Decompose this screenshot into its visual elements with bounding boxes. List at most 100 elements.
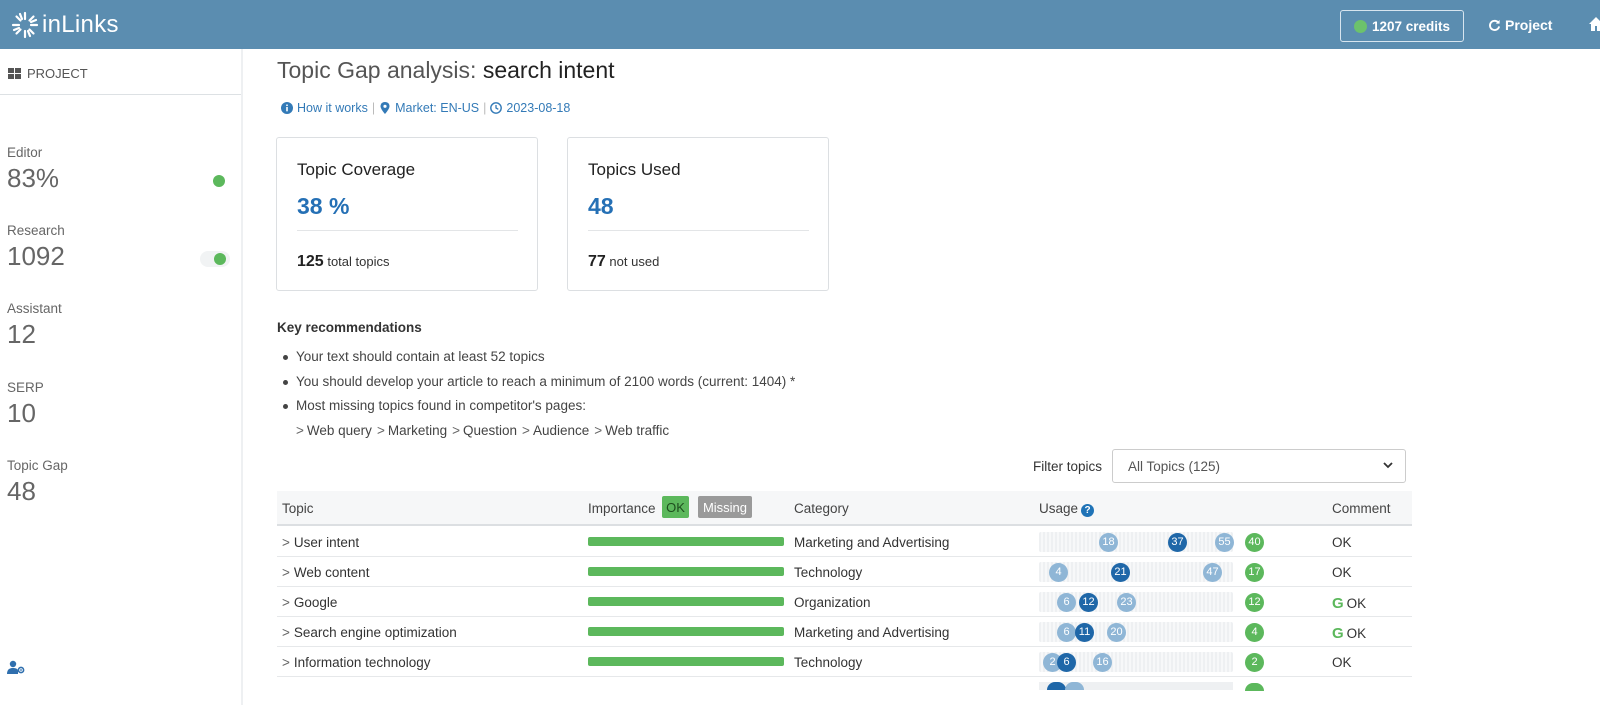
- page-title-keyword: search intent: [482, 57, 615, 83]
- sidebar-section-label: PROJECT: [27, 66, 88, 81]
- table-row[interactable]: > User intent Marketing and Advertising 1…: [277, 527, 1412, 557]
- card-value: 38 %: [297, 193, 350, 219]
- usage-max-bubble-partial: [1065, 682, 1084, 690]
- chevron-right-icon: >: [594, 423, 603, 438]
- usage-avg-bubble: 37: [1168, 533, 1187, 552]
- usage-min-bubble: 6: [1057, 593, 1076, 612]
- importance-bar: [588, 567, 784, 576]
- comment-text: OK: [1332, 655, 1352, 670]
- table-row[interactable]: > Google Organization 6 12 23 12 G OK: [277, 587, 1412, 617]
- user-settings-icon[interactable]: [7, 660, 25, 674]
- card-title: Topic Coverage: [297, 160, 416, 179]
- usage-min-bubble: 18: [1099, 533, 1118, 552]
- sidebar: PROJECT Editor 83% Research 1092 Assista…: [0, 49, 243, 705]
- card-footer-text: not used: [609, 254, 660, 269]
- column-header-usage[interactable]: Usage?: [1039, 501, 1095, 517]
- logo[interactable]: inLinks: [10, 10, 119, 40]
- missing-topic[interactable]: Audience: [533, 423, 589, 438]
- project-link-label: Project: [1505, 17, 1553, 33]
- market-label: Market: EN-US: [395, 101, 480, 115]
- column-header-comment[interactable]: Comment: [1332, 501, 1391, 516]
- usage-min-bubble: 6: [1057, 623, 1076, 642]
- usage-max-bubble: 47: [1203, 563, 1222, 582]
- topic-cell[interactable]: > Google: [282, 595, 337, 610]
- how-it-works-link[interactable]: How it works: [297, 101, 368, 115]
- category-cell: Technology: [794, 565, 863, 580]
- usage-count-bubble: 17: [1245, 563, 1264, 582]
- help-icon[interactable]: ?: [1081, 504, 1095, 517]
- stat-value: 12: [7, 319, 36, 349]
- category-cell: Technology: [794, 655, 863, 670]
- stat-value: 48: [7, 476, 36, 506]
- importance-bar: [588, 537, 784, 546]
- usage-max-bubble: 16: [1093, 653, 1112, 672]
- card-footer-number: 125: [297, 253, 324, 270]
- google-icon: G: [1332, 595, 1344, 612]
- card-footer-number: 77: [588, 253, 606, 270]
- meta-separator: |: [483, 101, 487, 115]
- filter-label: Filter topics: [1033, 459, 1103, 474]
- usage-count-bubble: 12: [1245, 593, 1264, 612]
- usage-track: 6 12 23: [1039, 592, 1233, 612]
- chevron-right-icon: >: [296, 423, 304, 438]
- missing-topic[interactable]: Web traffic: [605, 423, 669, 438]
- info-icon: [281, 102, 293, 114]
- topic-cell[interactable]: > Information technology: [282, 655, 430, 670]
- sidebar-item-assistant[interactable]: Assistant 12: [7, 301, 232, 350]
- table-row[interactable]: > Web content Technology 4 21 47 17 OK: [277, 557, 1412, 587]
- sidebar-item-topic-gap[interactable]: Topic Gap 48: [7, 458, 232, 507]
- home-icon[interactable]: [1588, 16, 1600, 32]
- stat-value: 1092: [7, 241, 65, 271]
- chevron-right-icon: >: [282, 535, 290, 550]
- missing-topic[interactable]: Marketing: [388, 423, 447, 438]
- comment-text: OK: [1346, 596, 1367, 611]
- usage-max-bubble: 20: [1107, 623, 1126, 642]
- credits-status-dot: [1353, 19, 1367, 33]
- table-row-partial: [277, 679, 1412, 705]
- research-toggle[interactable]: [200, 251, 230, 267]
- usage-header-label: Usage: [1039, 501, 1079, 516]
- credits-button[interactable]: 1207 credits: [1340, 10, 1464, 42]
- table-row[interactable]: > Information technology Technology 2 6 1…: [277, 647, 1412, 677]
- missing-topic[interactable]: Web query: [307, 423, 372, 438]
- category-cell: Marketing and Advertising: [794, 535, 950, 550]
- card-footer: 77 not used: [588, 253, 659, 271]
- category-cell: Marketing and Advertising: [794, 625, 950, 640]
- ok-badge[interactable]: OK: [662, 496, 689, 518]
- comment-cell: OK: [1332, 655, 1352, 670]
- category-cell: Organization: [794, 595, 871, 610]
- topic-cell[interactable]: > Web content: [282, 565, 369, 580]
- usage-track: 2 6 16: [1039, 652, 1233, 672]
- column-header-category[interactable]: Category: [794, 501, 849, 516]
- sidebar-item-research[interactable]: Research 1092: [7, 223, 232, 272]
- filter-topics-select[interactable]: All Topics (125): [1112, 449, 1406, 483]
- column-header-topic[interactable]: Topic: [282, 501, 314, 516]
- page-title-prefix: Topic Gap analysis:: [277, 57, 477, 83]
- refresh-icon: [1489, 19, 1501, 31]
- chevron-right-icon: >: [282, 625, 290, 640]
- clock-icon: [490, 102, 503, 114]
- usage-track: [1039, 682, 1233, 690]
- usage-count-bubble: 2: [1245, 653, 1264, 672]
- top-bar: inLinks 1207 credits Project: [0, 0, 1600, 49]
- usage-track: 4 21 47: [1039, 562, 1233, 582]
- comment-text: OK: [1332, 565, 1352, 580]
- page-meta: How it works | Market: EN-US | 2023-08-1…: [281, 101, 570, 115]
- chevron-right-icon: >: [282, 595, 290, 610]
- recommendations-list: Your text should contain at least 52 top…: [282, 349, 795, 423]
- column-header-importance[interactable]: Importance: [588, 501, 656, 516]
- sidebar-item-editor[interactable]: Editor 83%: [7, 145, 232, 194]
- filter-selected-value: All Topics (125): [1128, 459, 1221, 474]
- stat-value: 10: [7, 398, 36, 428]
- missing-topics-chain: > Web query > Marketing > Question > Audienc…: [296, 423, 674, 438]
- missing-badge[interactable]: Missing: [698, 496, 752, 518]
- missing-topic[interactable]: Question: [463, 423, 517, 438]
- chevron-right-icon: >: [282, 565, 290, 580]
- topic-cell[interactable]: > Search engine optimization: [282, 625, 457, 640]
- topic-cell[interactable]: > User intent: [282, 535, 359, 550]
- table-row[interactable]: > Search engine optimization Marketing an…: [277, 617, 1412, 647]
- usage-avg-bubble: 6: [1057, 653, 1076, 672]
- importance-bar: [588, 597, 784, 606]
- sidebar-item-serp[interactable]: SERP 10: [7, 380, 232, 429]
- project-link[interactable]: Project: [1488, 17, 1552, 33]
